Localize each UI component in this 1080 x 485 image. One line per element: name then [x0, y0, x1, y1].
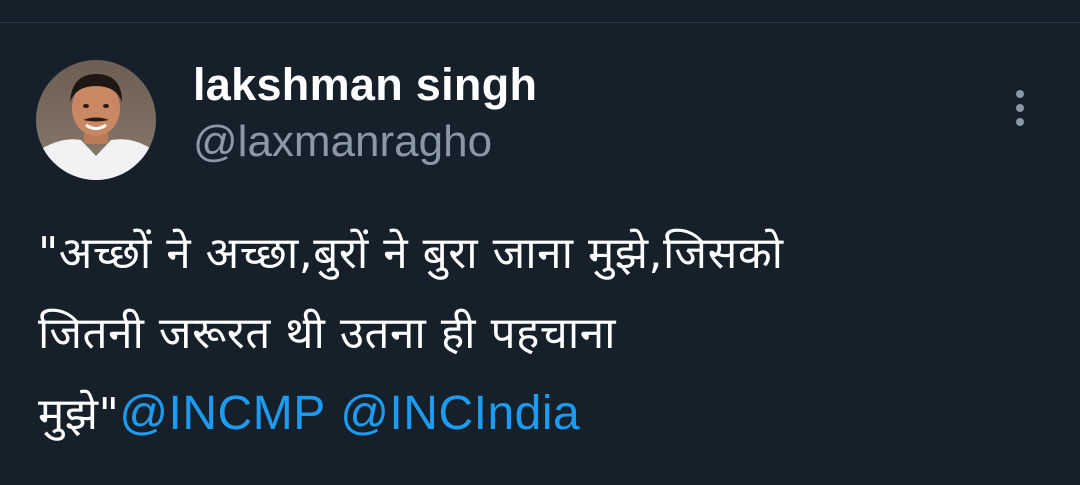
user-handle[interactable]: @laxmanragho — [193, 116, 537, 168]
tweet-text: "अच्छों ने अच्छा,बुरों ने बुरा जाना मुझे… — [38, 214, 1048, 455]
more-vertical-icon — [1016, 90, 1024, 98]
tweet-text-line: "अच्छों ने अच्छा,बुरों ने बुरा जाना मुझे… — [38, 228, 784, 279]
tweet-text-line: जितनी जरूरत थी उतना ही पहचाना — [38, 308, 617, 359]
avatar[interactable] — [36, 60, 156, 180]
mention-link-incmp[interactable]: @INCMP — [119, 387, 325, 440]
more-vertical-icon — [1016, 118, 1024, 126]
tweet-text-segment: मुझे" — [38, 389, 120, 440]
profile-photo-icon — [36, 60, 156, 180]
more-vertical-icon — [1016, 104, 1024, 112]
tweet-author: lakshman singh @laxmanragho — [193, 58, 537, 168]
display-name[interactable]: lakshman singh — [193, 58, 537, 112]
mention-link-incindia[interactable]: @INCIndia — [340, 387, 580, 440]
tweet[interactable]: lakshman singh @laxmanragho "अच्छों ने अ… — [0, 0, 1080, 485]
tweet-text-line: मुझे"@INCMP @INCIndia — [38, 374, 1048, 455]
more-options-button[interactable] — [1005, 86, 1035, 130]
